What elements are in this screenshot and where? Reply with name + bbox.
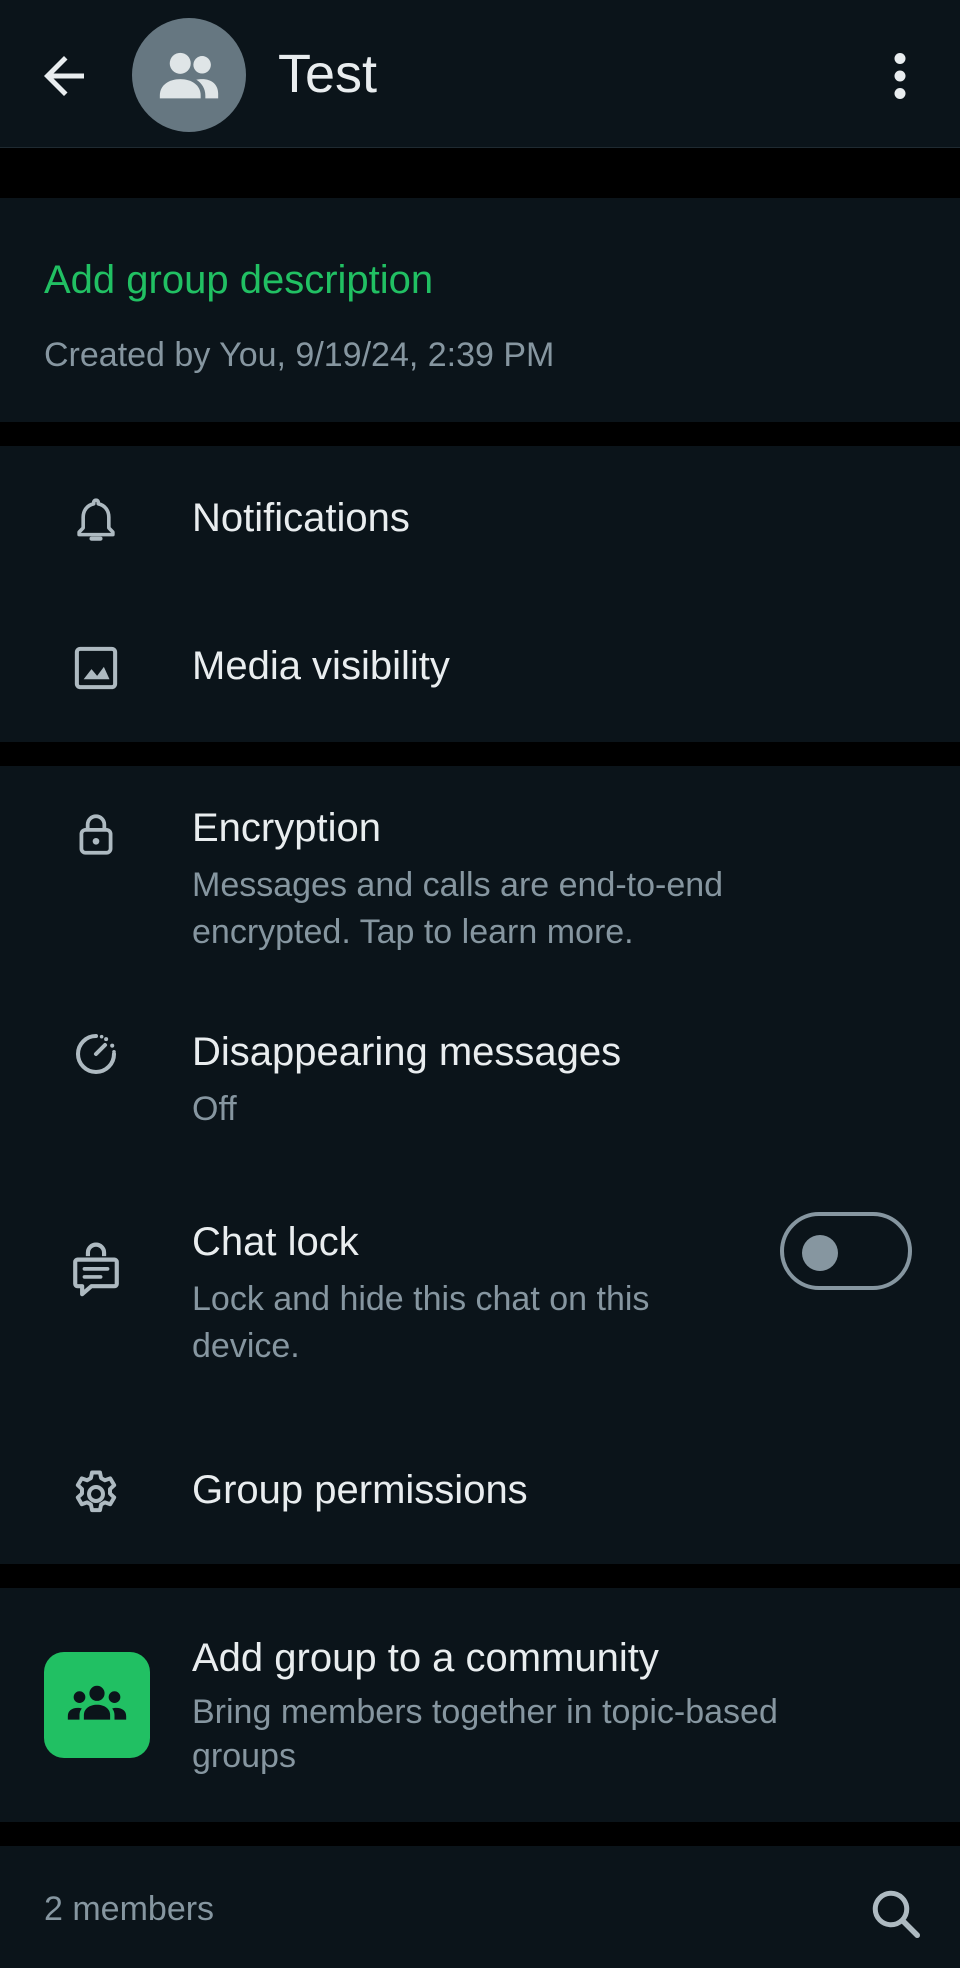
community-icon (44, 1652, 150, 1758)
members-count: 2 members (44, 1890, 215, 1928)
group-avatar[interactable] (132, 18, 246, 132)
top-app-bar: Test (0, 0, 960, 148)
created-by-text: Created by You, 9/19/24, 2:39 PM (44, 336, 555, 374)
encryption-subtitle: Messages and calls are end-to-end encryp… (192, 866, 724, 951)
community-subtitle: Bring members together in topic-based gr… (192, 1693, 778, 1775)
media-visibility-label: Media visibility (192, 644, 450, 688)
more-vertical-icon[interactable] (880, 46, 920, 106)
chat-lock-subtitle: Lock and hide this chat on this device. (192, 1280, 650, 1365)
add-group-description-link[interactable]: Add group description (44, 258, 433, 303)
encryption-title: Encryption (192, 806, 381, 850)
lock-icon (66, 804, 126, 864)
arrow-left-icon[interactable] (34, 46, 94, 106)
gear-icon (66, 1464, 126, 1524)
group-title[interactable]: Test (278, 44, 377, 104)
disappearing-messages-title: Disappearing messages (192, 1030, 622, 1074)
settings-section: Notifications Media visibility (0, 446, 960, 742)
group-permissions-title: Group permissions (192, 1468, 528, 1512)
community-title: Add group to a community (192, 1636, 659, 1680)
chat-lock-title: Chat lock (192, 1220, 359, 1264)
image-icon (66, 638, 126, 698)
group-icon (159, 52, 219, 99)
chat-lock-toggle[interactable] (780, 1212, 912, 1290)
bell-icon (66, 490, 126, 550)
toggle-knob (802, 1235, 838, 1271)
members-section: 2 members (0, 1846, 960, 1968)
disappearing-messages-status: Off (192, 1090, 237, 1128)
group-info-section: Add group description Created by You, 9/… (0, 198, 960, 422)
timer-icon (66, 1024, 126, 1084)
community-section[interactable]: Add group to a community Bring members t… (0, 1588, 960, 1822)
notifications-label: Notifications (192, 496, 410, 540)
privacy-section: Encryption Messages and calls are end-to… (0, 766, 960, 1564)
chat-lock-icon (66, 1240, 126, 1300)
search-icon[interactable] (866, 1884, 926, 1944)
